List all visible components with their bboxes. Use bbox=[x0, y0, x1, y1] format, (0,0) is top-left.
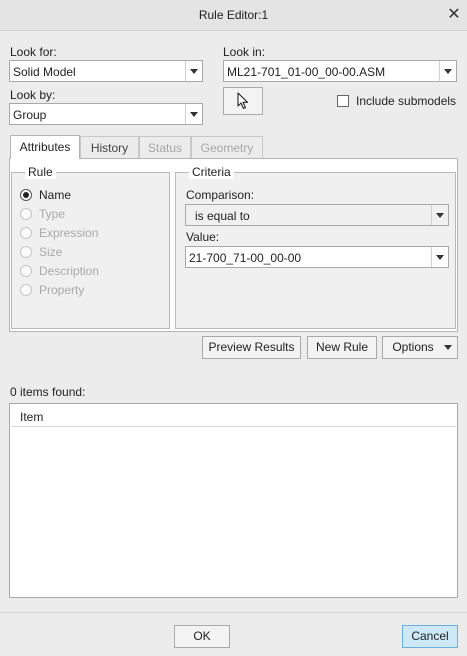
criteria-legend: Criteria bbox=[189, 165, 234, 179]
results-list[interactable]: Item bbox=[9, 403, 458, 598]
chevron-down-icon[interactable] bbox=[439, 61, 456, 81]
look-by-dropdown[interactable]: Group bbox=[9, 103, 203, 125]
look-in-label: Look in: bbox=[223, 45, 266, 59]
comparison-label: Comparison: bbox=[186, 188, 255, 202]
radio-size bbox=[20, 246, 32, 258]
include-submodels-checkbox[interactable] bbox=[337, 95, 349, 107]
arrow-cursor-icon bbox=[237, 92, 249, 110]
radio-type bbox=[20, 208, 32, 220]
close-icon[interactable]: ✕ bbox=[444, 4, 464, 26]
new-rule-button[interactable]: New Rule bbox=[307, 336, 377, 359]
window-title: Rule Editor:1 bbox=[198, 8, 269, 22]
items-found-count: 0 items found: bbox=[10, 385, 86, 399]
comparison-dropdown[interactable]: is equal to bbox=[185, 204, 449, 226]
look-for-value: Solid Model bbox=[13, 65, 76, 79]
look-in-dropdown[interactable]: ML21-701_01-00_00-00.ASM bbox=[223, 60, 457, 82]
radio-name[interactable] bbox=[20, 189, 32, 201]
cancel-button[interactable]: Cancel bbox=[402, 625, 458, 648]
rule-legend: Rule bbox=[25, 165, 56, 179]
value-combobox[interactable]: 21-700_71-00_00-00 bbox=[185, 246, 449, 268]
item-column-label: Item bbox=[20, 410, 44, 424]
radio-expression bbox=[20, 227, 32, 239]
chevron-down-icon[interactable] bbox=[185, 104, 202, 124]
radio-size-label: Size bbox=[39, 245, 63, 259]
options-chevron-down-icon[interactable] bbox=[444, 345, 452, 350]
preview-results-button[interactable]: Preview Results bbox=[202, 336, 301, 359]
radio-description bbox=[20, 265, 32, 277]
radio-type-label: Type bbox=[39, 207, 66, 221]
look-for-label: Look for: bbox=[10, 45, 57, 59]
chevron-down-icon[interactable] bbox=[431, 247, 448, 267]
tab-attributes[interactable]: Attributes bbox=[10, 135, 80, 159]
radio-property bbox=[20, 284, 32, 296]
results-column-header[interactable]: Item bbox=[11, 405, 456, 427]
look-by-label: Look by: bbox=[10, 88, 56, 102]
radio-description-label: Description bbox=[39, 264, 100, 278]
chevron-down-icon[interactable] bbox=[185, 61, 202, 81]
look-for-dropdown[interactable]: Solid Model bbox=[9, 60, 203, 82]
include-submodels-label[interactable]: Include submodels bbox=[356, 94, 456, 108]
value-field[interactable]: 21-700_71-00_00-00 bbox=[189, 251, 301, 265]
rule-group bbox=[11, 172, 170, 329]
value-label: Value: bbox=[186, 230, 220, 244]
ok-button[interactable]: OK bbox=[174, 625, 230, 648]
chevron-down-icon[interactable] bbox=[431, 205, 448, 225]
radio-expression-label: Expression bbox=[39, 226, 99, 240]
radio-property-label: Property bbox=[39, 283, 85, 297]
look-in-value: ML21-701_01-00_00-00.ASM bbox=[227, 65, 386, 79]
tab-history[interactable]: History bbox=[80, 136, 139, 159]
tab-status: Status bbox=[139, 136, 191, 159]
look-by-value: Group bbox=[13, 108, 47, 122]
tab-geometry: Geometry bbox=[191, 136, 263, 159]
comparison-value: is equal to bbox=[195, 209, 250, 223]
dialog-footer bbox=[0, 612, 467, 656]
radio-name-label[interactable]: Name bbox=[39, 188, 71, 202]
